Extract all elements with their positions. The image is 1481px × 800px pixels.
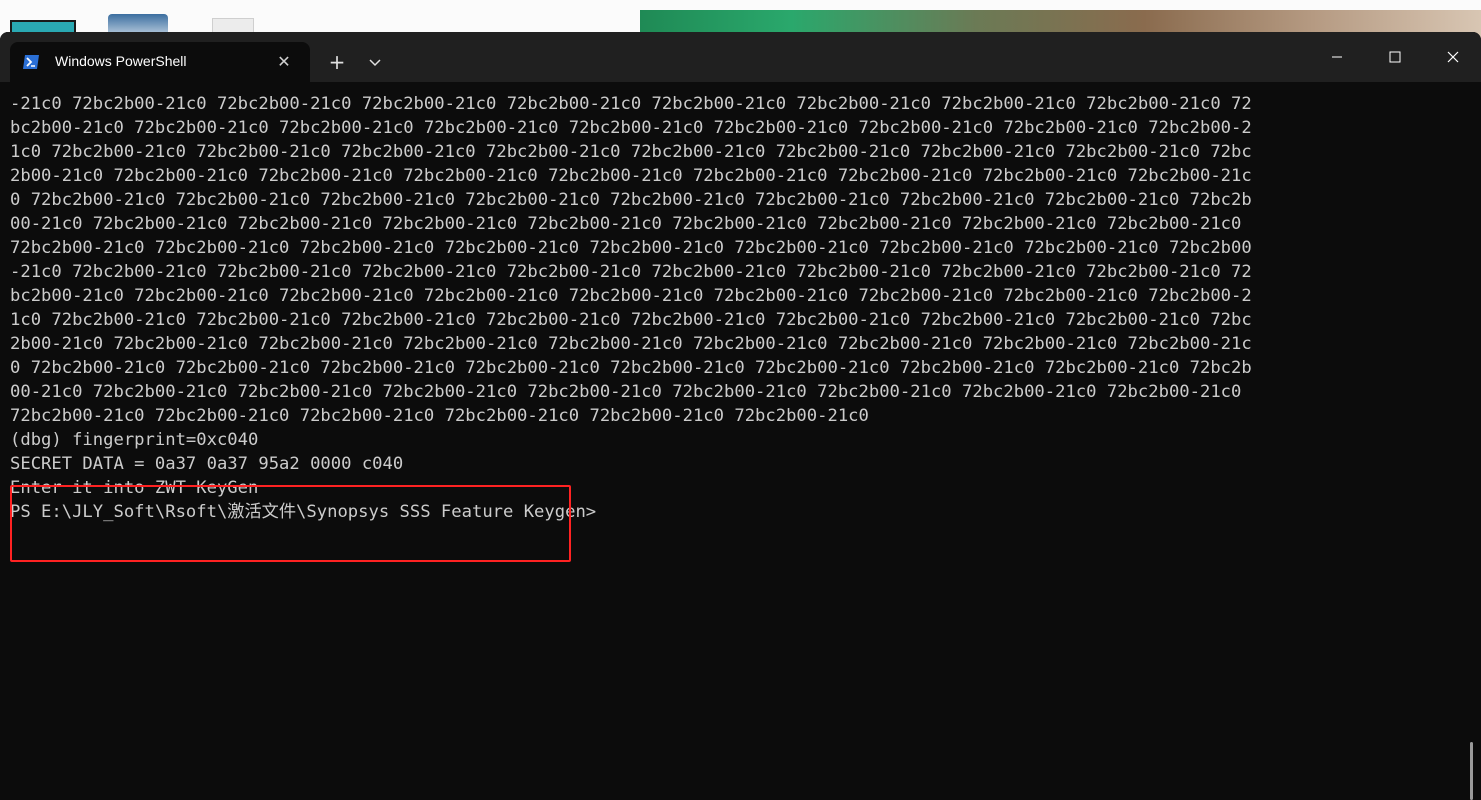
chevron-down-icon[interactable] <box>360 48 390 78</box>
maximize-button[interactable] <box>1372 38 1418 76</box>
debug-fingerprint-line: (dbg) fingerprint=0xc040 <box>10 430 259 450</box>
terminal-window: Windows PowerShell ✕ + -21c0 72bc2b00-21… <box>0 32 1481 800</box>
close-window-button[interactable] <box>1430 38 1476 76</box>
output-line: 0 72bc2b00-21c0 72bc2b00-21c0 72bc2b00-2… <box>10 190 1252 210</box>
output-line: 2b00-21c0 72bc2b00-21c0 72bc2b00-21c0 72… <box>10 166 1252 186</box>
output-line: 72bc2b00-21c0 72bc2b00-21c0 72bc2b00-21c… <box>10 238 1252 258</box>
output-line: 2b00-21c0 72bc2b00-21c0 72bc2b00-21c0 72… <box>10 334 1252 354</box>
output-line: 00-21c0 72bc2b00-21c0 72bc2b00-21c0 72bc… <box>10 382 1242 402</box>
output-line: 1c0 72bc2b00-21c0 72bc2b00-21c0 72bc2b00… <box>10 310 1252 330</box>
output-line: bc2b00-21c0 72bc2b00-21c0 72bc2b00-21c0 … <box>10 286 1252 306</box>
output-line: -21c0 72bc2b00-21c0 72bc2b00-21c0 72bc2b… <box>10 94 1252 114</box>
terminal-output[interactable]: -21c0 72bc2b00-21c0 72bc2b00-21c0 72bc2b… <box>10 92 1460 792</box>
powershell-icon <box>22 54 40 70</box>
minimize-button[interactable] <box>1314 38 1360 76</box>
red-highlight-box <box>10 485 571 562</box>
maximize-icon <box>1389 51 1401 63</box>
title-bar[interactable]: Windows PowerShell ✕ + <box>0 32 1481 82</box>
secret-data-line: SECRET DATA = 0a37 0a37 95a2 0000 c040 <box>10 454 404 474</box>
minimize-icon <box>1332 56 1342 58</box>
output-line: 72bc2b00-21c0 72bc2b00-21c0 72bc2b00-21c… <box>10 406 869 426</box>
close-icon <box>1447 51 1459 63</box>
output-line: bc2b00-21c0 72bc2b00-21c0 72bc2b00-21c0 … <box>10 118 1252 138</box>
output-line: 0 72bc2b00-21c0 72bc2b00-21c0 72bc2b00-2… <box>10 358 1252 378</box>
output-line: 1c0 72bc2b00-21c0 72bc2b00-21c0 72bc2b00… <box>10 142 1252 162</box>
output-line: -21c0 72bc2b00-21c0 72bc2b00-21c0 72bc2b… <box>10 262 1252 282</box>
close-icon[interactable]: ✕ <box>274 52 294 72</box>
plus-icon[interactable]: + <box>322 48 352 78</box>
tab-title: Windows PowerShell <box>55 53 187 69</box>
output-line: 00-21c0 72bc2b00-21c0 72bc2b00-21c0 72bc… <box>10 214 1242 234</box>
tab-windows-powershell[interactable]: Windows PowerShell ✕ <box>10 42 310 82</box>
scrollbar-thumb[interactable] <box>1470 742 1473 800</box>
